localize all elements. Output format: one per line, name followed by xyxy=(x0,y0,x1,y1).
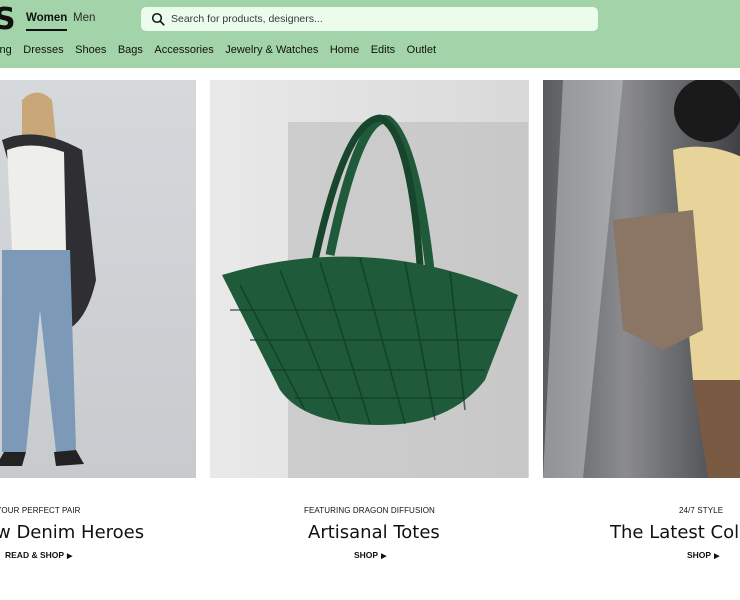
nav-item-jewelry-watches[interactable]: Jewelry & Watches xyxy=(225,44,318,58)
site-logo[interactable]: S xyxy=(0,2,16,37)
card-1-eyebrow: YOUR PERFECT PAIR xyxy=(0,506,81,515)
nav-item-clothing[interactable]: hing xyxy=(0,44,12,58)
search-bar[interactable] xyxy=(141,7,598,31)
card-2-cta-label: SHOP xyxy=(354,550,379,560)
caret-right-icon: ▶ xyxy=(714,553,720,560)
card-3-cta-label: SHOP xyxy=(687,550,712,560)
search-input[interactable] xyxy=(171,13,571,25)
card-1-cta-label: READ & SHOP xyxy=(5,550,65,560)
card-3-cta[interactable]: SHOP ▶ xyxy=(687,550,719,560)
tab-men[interactable]: Men xyxy=(73,12,95,24)
nav-item-home[interactable]: Home xyxy=(330,44,359,58)
tab-women[interactable]: Women xyxy=(26,12,68,31)
card-1-title[interactable]: w Denim Heroes xyxy=(0,522,144,543)
nav-item-outlet[interactable]: Outlet xyxy=(407,44,436,58)
card-2-title[interactable]: Artisanal Totes xyxy=(308,522,440,543)
nav-item-bags[interactable]: Bags xyxy=(118,44,143,58)
search-icon[interactable] xyxy=(151,12,165,26)
card-3-eyebrow: 24/7 STYLE xyxy=(679,506,724,515)
denim-promo-image[interactable] xyxy=(0,80,196,478)
card-2-cta[interactable]: SHOP ▶ xyxy=(354,550,386,560)
latest-collection-promo-image[interactable] xyxy=(543,80,740,478)
nav-item-shoes[interactable]: Shoes xyxy=(75,44,106,58)
category-nav: hing Dresses Shoes Bags Accessories Jewe… xyxy=(0,44,448,58)
caret-right-icon: ▶ xyxy=(381,553,387,560)
card-1-cta[interactable]: READ & SHOP ▶ xyxy=(5,550,72,560)
nav-item-edits[interactable]: Edits xyxy=(371,44,395,58)
caret-right-icon: ▶ xyxy=(67,553,73,560)
tote-promo-image[interactable] xyxy=(210,80,529,478)
card-2-eyebrow: FEATURING DRAGON DIFFUSION xyxy=(304,506,435,515)
nav-item-accessories[interactable]: Accessories xyxy=(154,44,213,58)
card-3-title[interactable]: The Latest Colle xyxy=(610,522,740,543)
site-header: S Women Men hing Dresses Shoes Bags Acce… xyxy=(0,0,740,68)
nav-item-dresses[interactable]: Dresses xyxy=(23,44,63,58)
